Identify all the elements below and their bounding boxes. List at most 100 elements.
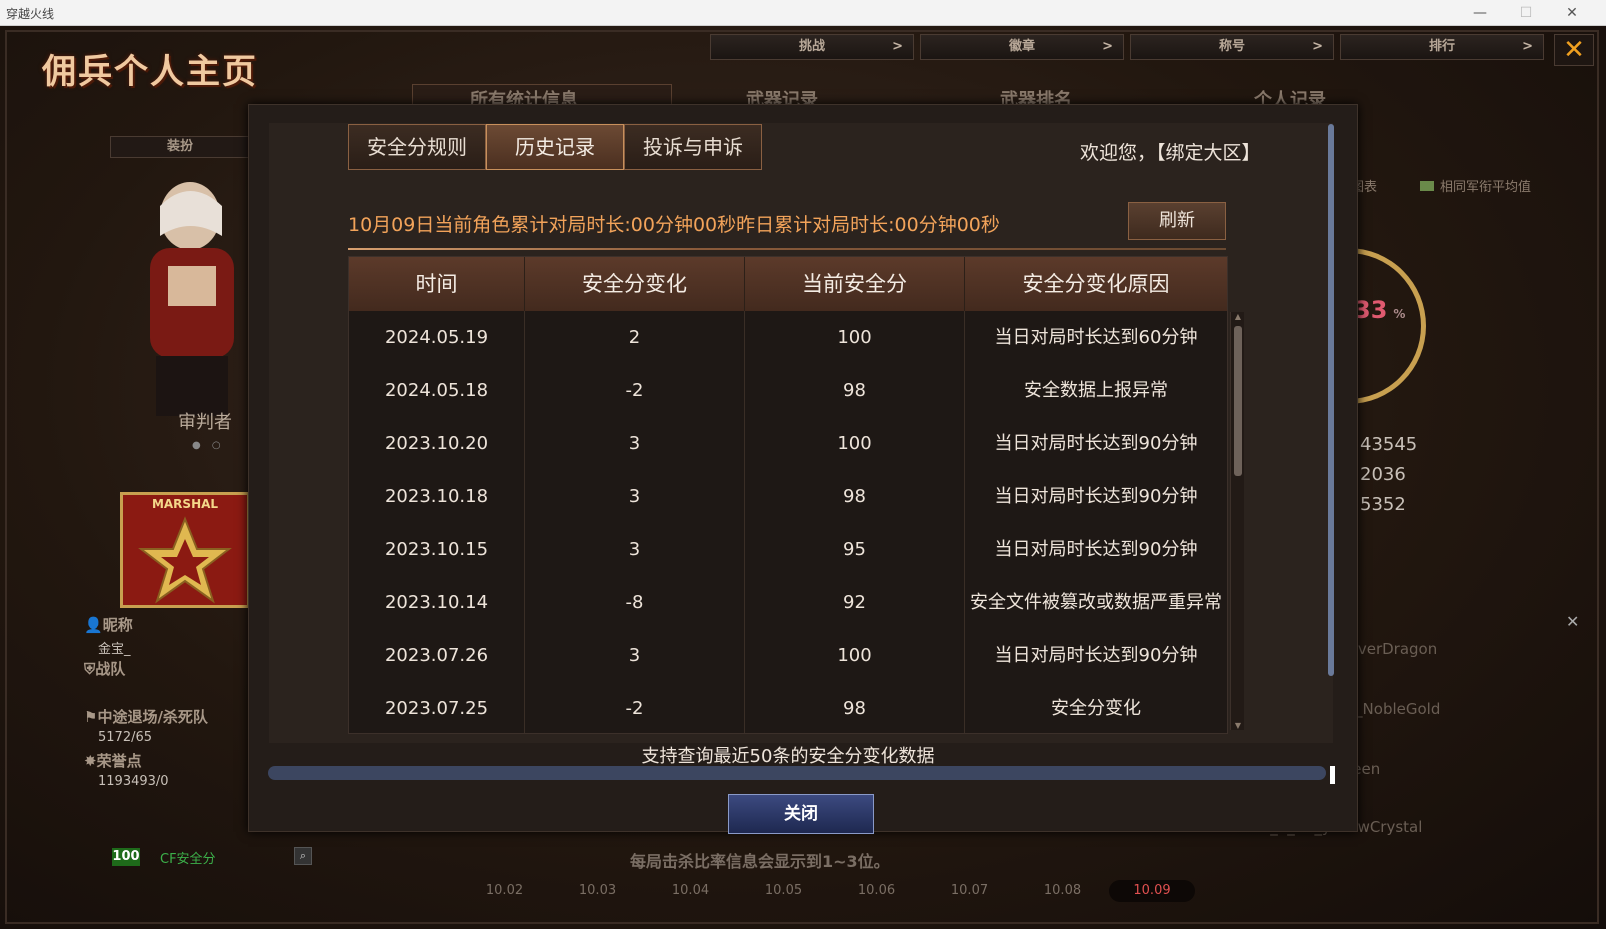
cell-time: 2023.10.18 [349, 470, 525, 523]
window-close-icon[interactable]: ✕ [1552, 2, 1592, 24]
team-label: ⛨战队 [84, 658, 125, 679]
cell-time: 2024.05.18 [349, 364, 525, 417]
table-row: 2023.10.15 3 95 当日对局时长达到90分钟 [349, 523, 1227, 576]
tab-safety-rules[interactable]: 安全分规则 [348, 124, 486, 170]
right-stat-3: 5352 [1360, 494, 1406, 515]
scroll-up-icon[interactable]: ▲ [1233, 312, 1243, 321]
top-nav: 挑战 > 徽章 > 称号 > 排行 > [710, 34, 1544, 60]
date-item[interactable]: 10.04 [644, 883, 737, 902]
table-row: 2024.05.18 -2 98 安全数据上报异常 [349, 364, 1227, 417]
carousel-dots[interactable]: ● ○ [192, 440, 225, 451]
page-title: 佣兵个人主页 [42, 52, 258, 92]
history-table: 时间 安全分变化 当前安全分 安全分变化原因 2024.05.19 2 100 … [348, 256, 1228, 734]
column-header-time: 时间 [349, 257, 525, 311]
cell-reason: 当日对局时长达到90分钟 [994, 645, 1198, 666]
minimize-icon[interactable]: — [1460, 2, 1500, 24]
column-header-reason: 安全分变化原因 [1022, 272, 1170, 296]
table-header: 时间 安全分变化 当前安全分 安全分变化原因 [349, 257, 1227, 311]
quit-kill-label-text: 中途退场/杀死队 [97, 708, 208, 726]
table-body[interactable]: 2024.05.19 2 100 当日对局时长达到60分钟 2024.05.18… [349, 311, 1227, 733]
gauge-number: 33 [1354, 296, 1388, 324]
table-row: 2023.10.18 3 98 当日对局时长达到90分钟 [349, 470, 1227, 523]
dress-button[interactable]: 装扮 [110, 136, 250, 158]
dialog-tabs: 安全分规则 历史记录 投诉与申诉 [348, 124, 762, 170]
rank-star-icon [138, 516, 232, 604]
legend-swatch [1420, 181, 1434, 191]
nav-label: 挑战 [798, 39, 825, 54]
window-title: 穿越火线 [6, 7, 55, 21]
info-divider [348, 248, 1226, 250]
maximize-icon[interactable]: ☐ [1506, 2, 1546, 24]
scrollbar-thumb[interactable] [1234, 326, 1242, 476]
cell-change: 3 [525, 470, 745, 523]
character-portrait [150, 182, 234, 416]
dialog-vertical-scrollbar[interactable] [1328, 124, 1334, 676]
nav-ranking-button[interactable]: 排行 > [1340, 34, 1544, 60]
today-playtime: 00分钟00秒 [630, 214, 737, 236]
cell-score: 98 [745, 682, 965, 733]
cf-score-label: CF安全分 [160, 852, 216, 867]
chevron-right-icon: > [1312, 39, 1323, 54]
honor-icon: ✸ [84, 752, 97, 770]
search-icon[interactable]: ⌕ [294, 847, 312, 865]
cell-time: 2023.10.15 [349, 523, 525, 576]
scroll-down-icon[interactable]: ▼ [1233, 721, 1243, 730]
cell-score: 100 [745, 417, 965, 470]
cell-change: 3 [525, 629, 745, 682]
date-selector: 10.02 10.03 10.04 10.05 10.06 10.07 10.0… [458, 880, 1195, 902]
nav-label: 称号 [1218, 39, 1245, 54]
nav-title-button[interactable]: 称号 > [1130, 34, 1334, 60]
tab-history[interactable]: 历史记录 [486, 124, 624, 170]
gauge-value: 33% [1354, 296, 1405, 324]
team-icon: ⛨ [84, 660, 96, 678]
honor-label-text: 荣誉点 [96, 752, 142, 770]
cell-time: 2023.07.26 [349, 629, 525, 682]
date-item[interactable]: 10.08 [1016, 883, 1109, 902]
quit-kill-label: ⚑中途退场/杀死队 [84, 706, 208, 727]
nav-badge-button[interactable]: 徽章 > [920, 34, 1124, 60]
cell-time: 2024.05.19 [349, 311, 525, 364]
legend-rank-average: 相同军衔平均值 [1420, 176, 1531, 195]
window-titlebar: 穿越火线 — ☐ ✕ [0, 0, 1606, 26]
cell-reason: 当日对局时长达到60分钟 [994, 327, 1198, 348]
cell-change: -2 [525, 364, 745, 417]
honor-label: ✸荣誉点 [84, 750, 142, 771]
right-stat-2: 2036 [1360, 464, 1406, 485]
panel-close-icon[interactable]: ✕ [1566, 612, 1579, 631]
bottom-tip: 每局击杀比率信息会显示到1~3位。 [630, 852, 890, 871]
rank-badge-label: MARSHAL [151, 497, 219, 511]
date-item[interactable]: 10.05 [737, 883, 830, 902]
cell-change: -8 [525, 576, 745, 629]
nickname-value: 金宝_ [98, 642, 131, 657]
yesterday-label: 昨日累计对局时长: [736, 214, 895, 236]
nickname-label-text: 昵称 [102, 616, 133, 634]
cell-time: 2023.07.25 [349, 682, 525, 733]
chevron-right-icon: > [892, 39, 903, 54]
cell-score: 98 [745, 470, 965, 523]
table-row: 2023.07.26 3 100 当日对局时长达到90分钟 [349, 629, 1227, 682]
nickname-label: 👤昵称 [84, 614, 133, 635]
nav-challenge-button[interactable]: 挑战 > [710, 34, 914, 60]
nav-label: 徽章 [1008, 39, 1035, 54]
table-scrollbar[interactable]: ▲ ▼ [1230, 312, 1244, 730]
cell-reason: 安全文件被篡改或数据严重异常 [970, 592, 1222, 613]
cf-score-badge: 100 [112, 848, 140, 866]
close-button[interactable]: 关闭 [728, 794, 874, 834]
cell-time: 2023.10.20 [349, 417, 525, 470]
refresh-button[interactable]: 刷新 [1128, 202, 1226, 240]
page-close-icon[interactable]: ✕ [1554, 34, 1594, 66]
table-row: 2023.07.25 -2 98 安全分变化 [349, 682, 1227, 733]
cell-reason: 安全分变化 [1051, 698, 1141, 719]
date-item[interactable]: 10.07 [923, 883, 1016, 902]
cell-change: -2 [525, 682, 745, 733]
dialog-horizontal-scrollbar[interactable] [268, 766, 1326, 780]
date-item[interactable]: 10.02 [458, 883, 551, 902]
date-item[interactable]: 10.06 [830, 883, 923, 902]
tab-complaint-appeal[interactable]: 投诉与申诉 [624, 124, 762, 170]
column-header-current-score: 当前安全分 [745, 257, 965, 311]
date-item-active[interactable]: 10.09 [1109, 880, 1195, 902]
table-row: 2024.05.19 2 100 当日对局时长达到60分钟 [349, 311, 1227, 364]
right-stat-1: 43545 [1360, 434, 1418, 455]
quit-kill-value: 5172/65 [98, 730, 153, 745]
date-item[interactable]: 10.03 [551, 883, 644, 902]
